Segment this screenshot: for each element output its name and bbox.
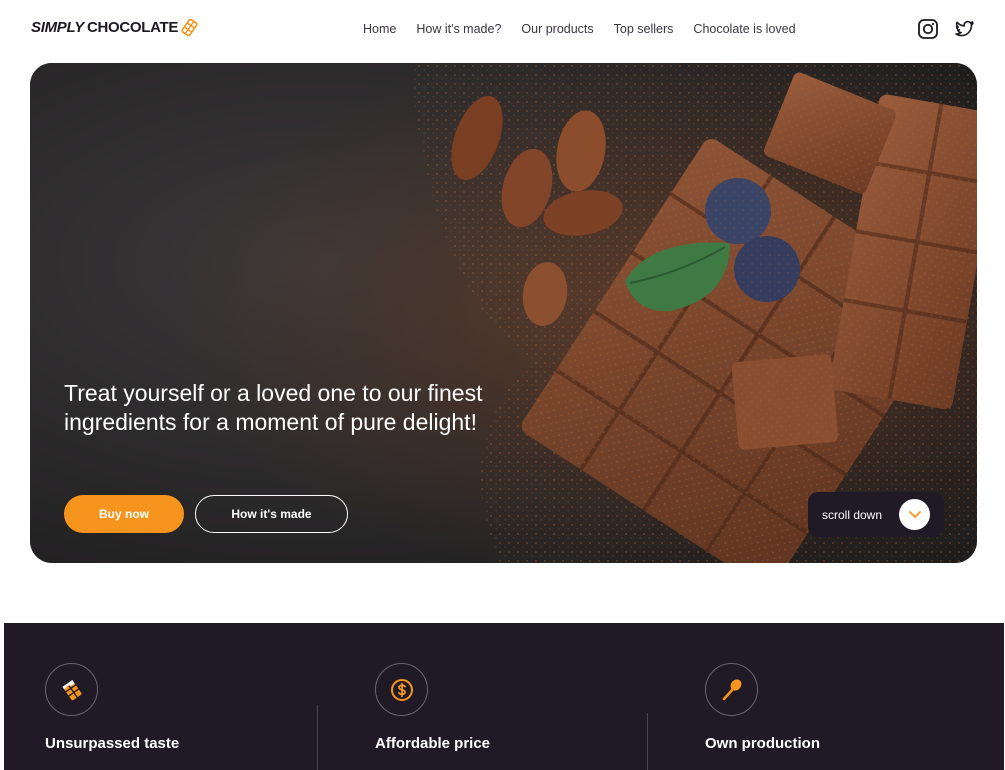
twitter-icon[interactable]: [953, 18, 975, 40]
feature-taste: Unsurpassed taste: [45, 663, 179, 752]
scroll-down-button[interactable]: scroll down: [808, 492, 944, 537]
features-section: Unsurpassed taste Affordable price Own p…: [4, 623, 1004, 770]
main-nav: Home How it's made? Our products Top sel…: [363, 22, 796, 36]
nav-top-sellers[interactable]: Top sellers: [614, 22, 674, 36]
brand-name-bold: CHOCOLATE: [86, 19, 179, 36]
chocolate-bar-icon: [181, 18, 198, 37]
feature-price: Affordable price: [375, 663, 490, 752]
instagram-icon[interactable]: [917, 18, 939, 40]
nav-our-products[interactable]: Our products: [521, 22, 593, 36]
buy-now-button[interactable]: Buy now: [64, 495, 184, 533]
site-header: SIMPLY CHOCOLATE Home How it's made? Our…: [0, 0, 1005, 60]
hero-title: Treat yourself or a loved one to our fin…: [64, 380, 483, 435]
feature-title: Own production: [705, 735, 820, 752]
dollar-coin-icon: [375, 663, 428, 716]
chocolate-piece-icon: [45, 663, 98, 716]
brand-name-italic: SIMPLY: [31, 19, 84, 36]
nav-how-its-made[interactable]: How it's made?: [416, 22, 501, 36]
feature-divider: [317, 705, 318, 770]
nav-chocolate-is-loved[interactable]: Chocolate is loved: [693, 22, 795, 36]
hero-banner: Treat yourself or a loved one to our fin…: [30, 63, 977, 563]
how-its-made-button[interactable]: How it's made: [195, 495, 348, 533]
feature-production: Own production: [705, 663, 820, 752]
brand-logo[interactable]: SIMPLY CHOCOLATE: [31, 18, 198, 37]
social-links: [917, 18, 975, 40]
nav-home[interactable]: Home: [363, 22, 396, 36]
hero-chocolate-image: [30, 63, 977, 563]
spoon-icon: [705, 663, 758, 716]
feature-title: Unsurpassed taste: [45, 735, 180, 752]
feature-title: Affordable price: [375, 735, 491, 752]
feature-divider: [647, 713, 648, 770]
scroll-down-label: scroll down: [822, 507, 883, 522]
chevron-down-icon: [899, 499, 930, 530]
